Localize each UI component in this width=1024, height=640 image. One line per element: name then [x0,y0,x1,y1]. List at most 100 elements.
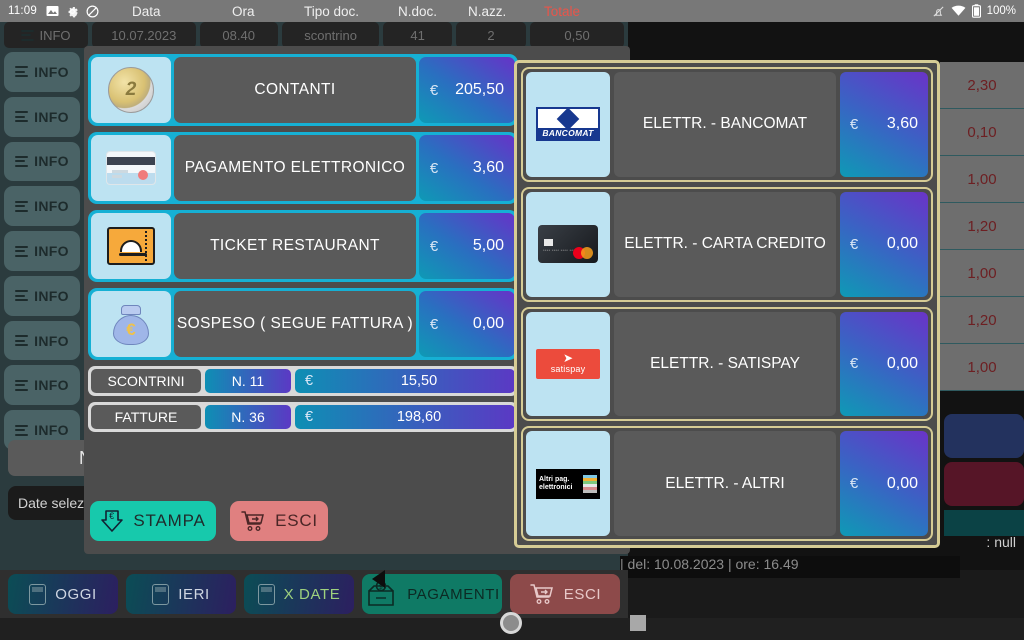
info-button[interactable]: INFO [4,275,80,316]
bancomat-diamond-icon [538,107,598,131]
cart-exit-icon [240,510,266,532]
electronic-label: ELETTR. - CARTA CREDITO [614,191,836,297]
electronic-amount-box[interactable]: € 0,00 [840,191,928,297]
credit-card-logo: **** **** **** **** [526,191,610,297]
electronic-row-carta-credito[interactable]: **** **** **** **** ELETTR. - CARTA CRED… [521,186,933,302]
payment-amount-box[interactable]: € 5,00 [419,213,515,279]
info-button[interactable]: INFO [4,141,80,182]
electronic-amount: 0,00 [886,354,918,372]
credit-card-icon [91,135,171,201]
payment-amount: 5,00 [472,237,504,254]
row-total: 0,50 [530,22,624,48]
wifi-icon [951,5,966,16]
payment-row-contanti[interactable]: 2 CONTANTI € 205,50 [88,54,518,126]
row-date: 10.07.2023 [92,22,196,48]
nav-label: X DATE [283,585,341,603]
euro-symbol: € [429,81,439,99]
info-label: INFO [34,63,69,80]
list-icon [15,379,29,391]
list-icon [15,424,29,436]
nav-button-ieri[interactable]: IERI [126,574,236,614]
payment-amount-box[interactable]: € 0,00 [419,291,515,357]
totals-row-scontrini[interactable]: SCONTRINI N. 11 € 15,50 [88,366,518,396]
column-header-tipo-doc: Tipo doc. [304,3,360,19]
system-home-button[interactable] [500,612,522,634]
list-icon [15,290,29,302]
electronic-label: ELETTR. - ALTRI [614,431,836,536]
payment-row-sospeso[interactable]: € SOSPESO ( SEGUE FATTURA ) € 0,00 [88,288,518,360]
background-blue-button[interactable] [944,414,1024,458]
info-button[interactable]: INFO [4,52,80,92]
modal-actions: € STAMPA ESCI [90,501,328,541]
row-docnumber: 41 [383,22,452,48]
totals-count: N. 36 [205,405,291,429]
background-red-button[interactable] [944,462,1024,506]
totals-amount-box: € 198,60 [295,405,515,429]
altri-logo-graphic: Altri pag. elettronici [536,468,600,499]
payment-amount-box[interactable]: € 205,50 [419,57,515,123]
info-button[interactable]: INFO [4,365,80,406]
money-bag-icon: € [91,291,171,357]
nav-label: PAGAMENTI [407,585,500,603]
amount-cell: 1,00 [940,250,1024,297]
electronic-row-altri[interactable]: Altri pag. elettronici ELETTR. - ALTRI €… [521,426,933,541]
table-column-headers: Data Ora Tipo doc. N.doc. N.azz. Totale [0,0,628,22]
info-button[interactable]: INFO [4,186,80,227]
electronic-amount: 0,00 [886,474,918,492]
bottom-navigation: OGGI IERI X DATE $ PAGAMENTI ESCI [0,570,628,618]
euro-symbol: € [849,475,859,493]
euro-symbol: € [849,235,859,253]
column-header-totale: Totale [544,3,581,19]
info-button[interactable]: INFO [4,231,80,271]
info-button[interactable]: INFO [4,320,80,361]
altri-pagamenti-logo: Altri pag. elettronici [526,431,610,536]
coin-2-euro-icon: 2 [91,57,171,123]
bag-glyph: € [109,303,153,345]
stampa-label: STAMPA [133,511,206,530]
cards-stack-icon [583,474,597,493]
payment-amount: 3,60 [472,159,504,176]
row-voidnumber: 2 [455,22,527,48]
nav-button-oggi[interactable]: OGGI [8,574,118,614]
battery-percent: 100% [986,5,1016,17]
totals-amount: 198,60 [396,409,442,425]
coin-glyph: 2 [108,67,154,113]
totals-row-fatture[interactable]: FATTURE N. 36 € 198,60 [88,402,518,432]
totals-amount: 15,50 [400,373,438,389]
system-recents-button[interactable] [630,615,646,631]
electronic-amount-box[interactable]: € 3,60 [840,72,928,177]
calculator-icon [257,583,275,605]
esci-label: ESCI [275,511,318,530]
status-right-icons: 100% [932,4,1016,18]
info-button[interactable]: INFO [4,96,80,137]
electronic-row-satispay[interactable]: ➤ satispay ELETTR. - SATISPAY € 0,00 [521,306,933,422]
background-teal-strip [944,510,1024,536]
electronic-amount-box[interactable]: € 0,00 [840,431,928,536]
payment-amount-box[interactable]: € 3,60 [419,135,515,201]
payment-row-pagamento-elettronico[interactable]: PAGAMENTO ELETTRONICO € 3,60 [88,132,518,204]
nav-button-x-date[interactable]: X DATE [244,574,354,614]
row-info-button[interactable]: INFO [4,22,89,48]
ticket-glyph [107,227,155,265]
payment-label: CONTANTI [174,57,416,123]
table-row[interactable]: INFO 10.07.2023 08.40 scontrino 41 2 0,5… [0,22,628,48]
esci-button[interactable]: ESCI [230,501,328,541]
info-label: INFO [34,153,69,170]
bancomat-logo-graphic: BANCOMAT [536,107,600,142]
list-icon [21,29,35,41]
electronic-row-bancomat[interactable]: BANCOMAT ELETTR. - BANCOMAT € 3,60 [521,67,933,182]
amount-cell: 1,00 [940,344,1024,391]
electronic-amount-box[interactable]: € 0,00 [840,311,928,417]
totals-label: SCONTRINI [91,369,201,393]
system-back-button[interactable] [372,570,385,588]
nav-label: ESCI [563,585,602,603]
info-label: INFO [34,243,69,260]
stampa-button[interactable]: € STAMPA [90,501,216,541]
satispay-logo: ➤ satispay [526,311,610,417]
alarm-off-icon [933,5,944,17]
payment-label: TICKET RESTAURANT [174,213,416,279]
nav-button-esci[interactable]: ESCI [510,574,620,614]
row-doctype: scontrino [281,22,380,48]
payment-row-ticket-restaurant[interactable]: TICKET RESTAURANT € 5,00 [88,210,518,282]
info-label: INFO [34,198,69,215]
